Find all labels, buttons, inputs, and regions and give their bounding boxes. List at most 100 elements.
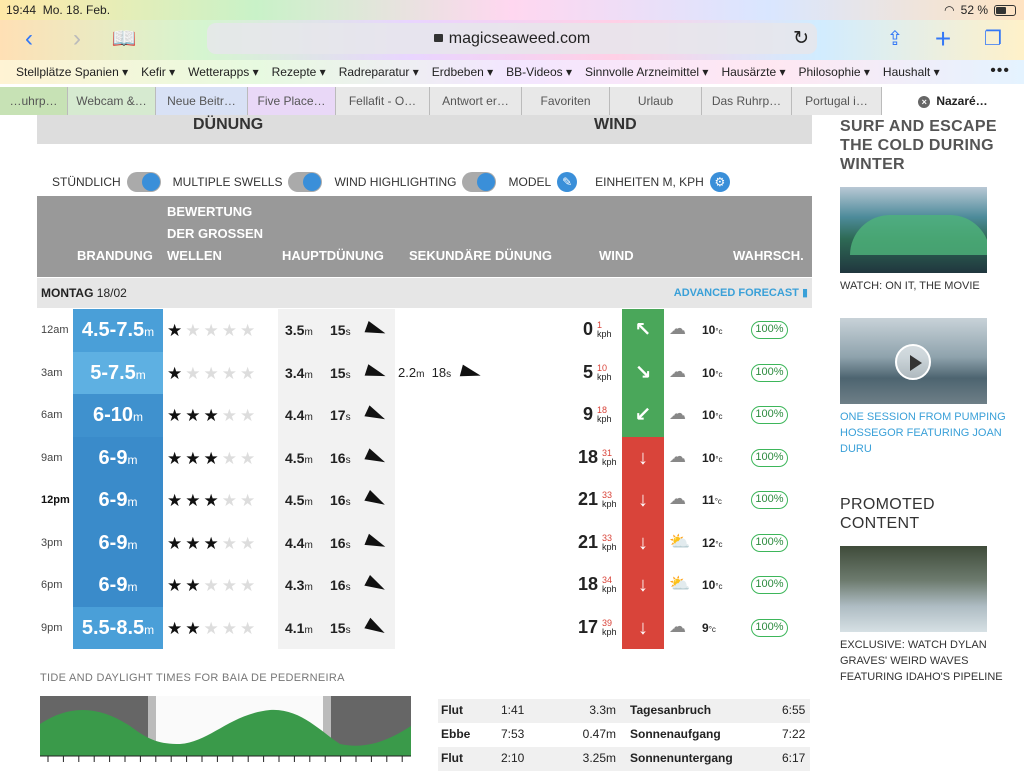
bookmark-folder[interactable]: Radreparatur ▾ — [339, 65, 419, 79]
surf-height: 6-9m — [73, 521, 163, 564]
row-time: 6pm — [41, 579, 63, 591]
hourly-toggle[interactable] — [126, 172, 161, 192]
tide-time: 1:41 — [501, 703, 525, 717]
browser-tab[interactable]: Favoriten — [522, 87, 610, 115]
tab-label: Nazaré… — [936, 94, 988, 108]
tide-table: Flut 1:41 3.3m Tagesanbruch 6:55 Ebbe 7:5… — [438, 699, 810, 771]
star-icon: ★ — [221, 363, 240, 383]
star-icon: ★ — [167, 363, 186, 383]
bookmark-folder[interactable]: Hausärzte ▾ — [721, 65, 785, 79]
gear-icon[interactable]: ⚙ — [709, 172, 730, 192]
col-surf: BRANDUNG — [77, 248, 153, 263]
probability-badge: 100% — [751, 321, 788, 339]
weather-icon: ☁ — [669, 319, 686, 338]
star-icon: ★ — [221, 406, 240, 425]
bookmark-folder[interactable]: Wetterapps ▾ — [188, 65, 259, 79]
swell-direction-icon — [364, 617, 388, 638]
bookmark-folder[interactable]: Haushalt ▾ — [883, 65, 940, 79]
star-icon: ★ — [167, 406, 186, 425]
forward-icon[interactable]: › — [62, 26, 92, 52]
browser-tab[interactable]: Urlaub — [610, 87, 702, 115]
tab-bar: …uhrp… Webcam &… Neue Beitr… Five Place… Fel… — [0, 87, 1024, 115]
browser-tab[interactable]: Portugal i… — [792, 87, 882, 115]
browser-tab[interactable]: Webcam &… — [68, 87, 156, 115]
weather-icon: ☁ — [669, 446, 686, 466]
col-rating: BEWERTUNG DER GROSSEN WELLEN — [167, 204, 264, 263]
tide-title: TIDE AND DAYLIGHT TIMES FOR BAIA DE PEDE… — [40, 672, 345, 684]
tide-height: 3.25m — [582, 751, 616, 765]
wind-direction-icon: ↓ — [622, 479, 664, 522]
back-icon[interactable]: ‹ — [14, 26, 44, 52]
video-thumb-2[interactable] — [840, 318, 987, 404]
probability-badge: 100% — [751, 491, 788, 509]
close-tab-icon[interactable]: × — [918, 96, 931, 108]
browser-tab[interactable]: × Nazaré… — [882, 87, 1024, 115]
day-row: MONTAG 18/02 ADVANCED FORECAST ▮ — [37, 278, 812, 308]
surf-height: 6-10m — [73, 394, 163, 437]
daylight-label: Sonnenuntergang — [630, 751, 733, 765]
probability-badge: 100% — [751, 618, 788, 637]
bookmark-folder[interactable]: Stellplätze Spanien ▾ — [16, 65, 128, 79]
battery-icon — [994, 4, 1016, 16]
table-row: 12pm 6-9m ★★★★★ 4.5m 16s 21 33 kph ↓ ☁ 11°… — [37, 479, 812, 522]
surf-height: 6-9m — [73, 436, 163, 479]
browser-tab[interactable]: Antwort er… — [430, 87, 522, 115]
new-tab-icon[interactable]: + — [928, 25, 958, 53]
multiple-swells-toggle[interactable] — [288, 172, 323, 192]
star-rating: ★★★★★ — [167, 321, 258, 341]
wind-direction-icon: ↓ — [622, 564, 664, 607]
temperature: 10°c — [702, 323, 723, 337]
browser-tab[interactable]: Neue Beitr… — [156, 87, 248, 115]
browser-tab[interactable]: Das Ruhrp… — [702, 87, 792, 115]
star-icon: ★ — [203, 448, 222, 468]
reload-icon[interactable]: ↻ — [793, 23, 809, 54]
bookmarks-icon[interactable]: 📖 — [109, 26, 139, 52]
tide-type: Flut — [441, 703, 463, 717]
col-secondary-swell: SEKUNDÄRE DÜNUNG — [409, 248, 553, 263]
promoted-thumb[interactable] — [840, 546, 987, 632]
wrench-icon[interactable]: ✎ — [557, 172, 578, 192]
row-time: 12pm — [41, 494, 70, 506]
hourly-label: STÜNDLICH — [52, 175, 121, 189]
star-icon: ★ — [185, 406, 204, 425]
wifi-icon: ◠ — [944, 3, 955, 17]
promoted-link[interactable]: EXCLUSIVE: WATCH DYLAN GRAVES' WEIRD WAV… — [840, 637, 1010, 685]
bookmark-folder[interactable]: Sinnvolle Arzneimittel ▾ — [585, 65, 708, 79]
swell-direction-icon — [364, 447, 388, 468]
weather-icon: ☁ — [669, 361, 686, 381]
address-bar[interactable]: magicseaweed.com ↻ — [207, 23, 817, 54]
star-rating: ★★★★★ — [167, 406, 258, 426]
star-rating: ★★★★★ — [167, 619, 258, 639]
advanced-forecast-link[interactable]: ADVANCED FORECAST ▮ — [674, 286, 808, 299]
wind-highlighting-toggle[interactable] — [462, 172, 497, 192]
sidebar: SURF AND ESCAPE THE COLD DURING WINTER W… — [840, 115, 1010, 768]
star-icon: ★ — [203, 321, 222, 340]
star-icon: ★ — [221, 576, 240, 595]
more-icon[interactable]: ••• — [990, 62, 1010, 80]
bookmark-folder[interactable]: Kefir ▾ — [141, 65, 175, 79]
weather-icon: ⛅ — [669, 574, 691, 593]
star-icon: ★ — [240, 618, 259, 638]
bookmark-folder[interactable]: BB-Videos ▾ — [506, 65, 572, 79]
bookmark-folder[interactable]: Erdbeben ▾ — [432, 65, 493, 79]
browser-tab[interactable]: Five Place… — [248, 87, 336, 115]
weather-icon: ☁ — [669, 616, 686, 636]
browser-tab[interactable]: Fellafit - O… — [336, 87, 430, 115]
tabs-overview-icon[interactable]: ❐ — [978, 26, 1008, 52]
sidebar-link-1[interactable]: WATCH: ON IT, THE MOVIE — [840, 278, 1010, 294]
star-icon: ★ — [221, 491, 240, 510]
temperature: 10°c — [702, 578, 723, 592]
probability-badge: 100% — [751, 576, 788, 594]
bookmark-folder[interactable]: Rezepte ▾ — [272, 65, 326, 79]
bookmark-folder[interactable]: Philosophie ▾ — [799, 65, 870, 79]
sidebar-link-2[interactable]: ONE SESSION FROM PUMPING HOSSEGOR FEATUR… — [840, 409, 1010, 457]
browser-tab[interactable]: …uhrp… — [0, 87, 68, 115]
tide-time: 2:10 — [501, 751, 525, 765]
video-thumb-1[interactable] — [840, 187, 987, 273]
temperature: 11°c — [702, 493, 722, 507]
star-rating: ★★★★★ — [167, 491, 258, 511]
bars-icon: ▮ — [801, 287, 808, 299]
share-icon[interactable]: ⇪ — [880, 26, 910, 52]
temperature: 12°c — [702, 535, 723, 550]
play-icon[interactable] — [895, 344, 931, 380]
